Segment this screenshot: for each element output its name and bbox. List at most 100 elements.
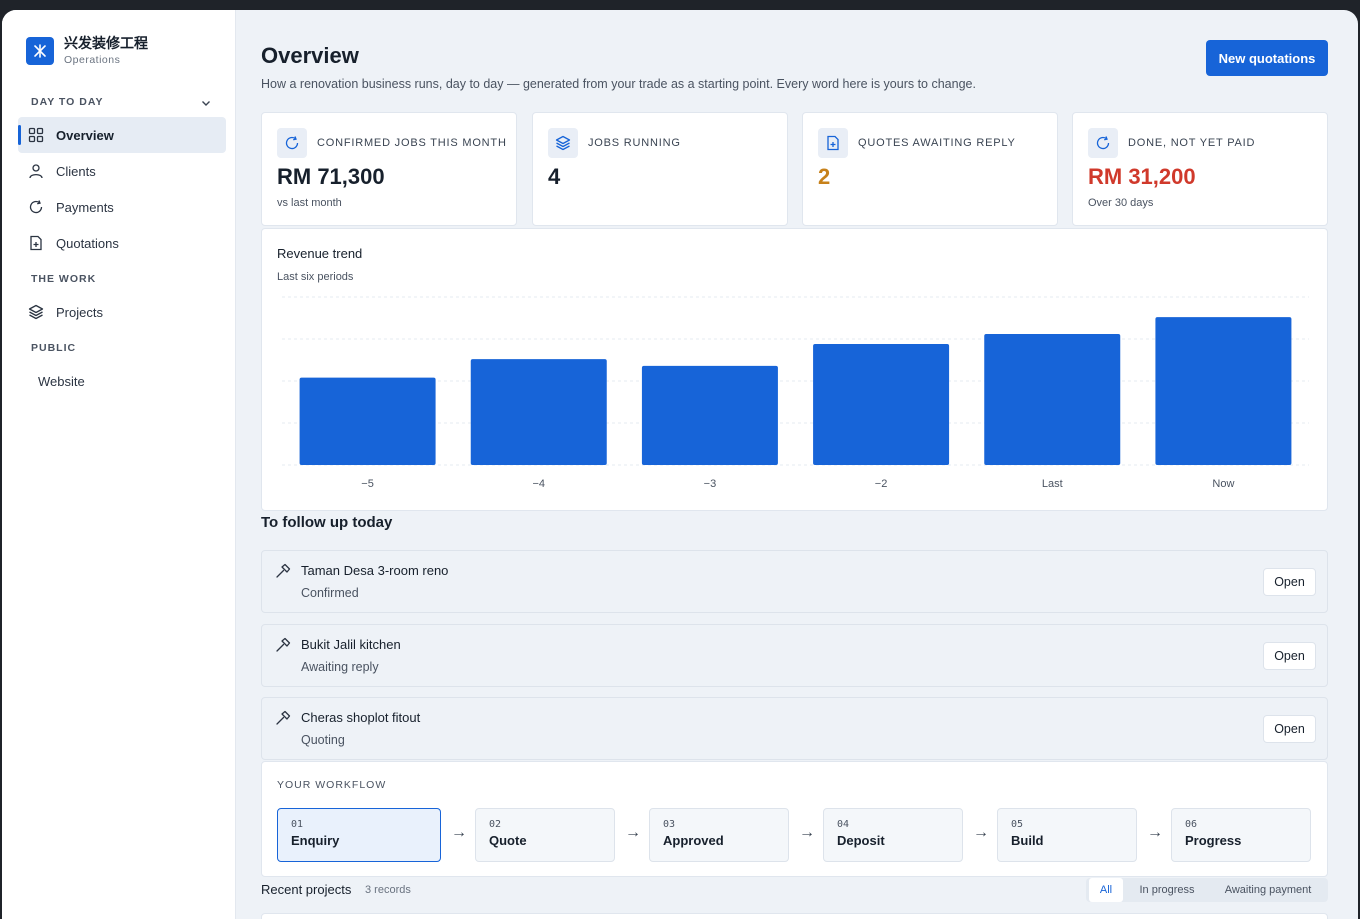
sidebar-item-overview[interactable]: Overview [18,117,226,153]
chart-subtitle: Last six periods [277,271,354,283]
sidebar-item-label: Projects [56,304,103,320]
stat-card-done-not-paid[interactable]: DONE, NOT YET PAID RM 31,200 Over 30 day… [1072,112,1328,226]
workflow-label: YOUR WORKFLOW [277,779,387,791]
sidebar-item-projects[interactable]: Projects [18,294,226,330]
page-title: Overview [261,43,359,68]
task-row[interactable]: Bukit Jalil kitchen Awaiting reply Open [261,624,1328,687]
arrow-right-icon: → [799,824,815,841]
stat-value: 2 [818,164,831,189]
chart-bar[interactable] [984,333,1121,465]
step-name: Quote [489,833,527,848]
arrow-right-icon: → [451,824,467,841]
task-name: Taman Desa 3-room reno [301,563,449,578]
open-button[interactable]: Open [1263,568,1316,596]
brand[interactable]: 兴发装修工程 Operations [26,36,148,66]
step-name: Enquiry [291,833,340,848]
open-button[interactable]: Open [1263,715,1316,743]
refresh-icon [277,128,307,158]
filter-tab-all[interactable]: All [1089,878,1123,902]
task-status: Quoting [301,733,345,747]
followup-title: To follow up today [261,514,393,531]
chart-bar[interactable] [641,365,778,465]
task-name: Cheras shoplot fitout [301,710,421,725]
open-button[interactable]: Open [1263,642,1316,670]
x-tick-label: −5 [361,478,374,490]
user-icon [28,163,44,179]
task-name: Bukit Jalil kitchen [301,637,401,652]
chart-title: Revenue trend [277,246,363,261]
task-status: Awaiting reply [301,660,379,674]
page-subtitle: How a renovation business runs, day to d… [261,77,976,91]
x-tick-label: −3 [704,478,717,490]
brand-subtitle: Operations [64,54,121,66]
stat-label: JOBS RUNNING [588,137,681,149]
chart-bar[interactable] [299,377,436,465]
layers-icon [28,304,44,320]
x-tick-label: Now [1212,478,1234,490]
section-label-public: PUBLIC [31,342,77,354]
x-tick-label: −4 [532,478,545,490]
chart-bar[interactable] [470,359,607,465]
chevron-down-icon[interactable] [200,96,212,108]
step-name: Build [1011,833,1044,848]
sidebar-item-label: Website [38,373,85,389]
task-row[interactable]: Taman Desa 3-room reno Confirmed Open [261,550,1328,613]
workflow-step-deposit[interactable]: 04 Deposit [823,808,963,862]
filter-tab-in-progress[interactable]: In progress [1128,878,1206,902]
recent-projects-table [261,913,1328,919]
new-quotations-button[interactable]: New quotations [1206,40,1328,76]
stat-card-confirmed-jobs[interactable]: CONFIRMED JOBS THIS MONTH RM 71,300 vs l… [261,112,517,226]
stat-label: CONFIRMED JOBS THIS MONTH [317,137,507,149]
x-tick-label: −2 [875,478,888,490]
stat-note: vs last month [277,197,342,209]
recent-projects-title: Recent projects [261,882,352,897]
task-row[interactable]: Cheras shoplot fitout Quoting Open [261,697,1328,760]
workflow-step-approved[interactable]: 03 Approved [649,808,789,862]
chart-bar[interactable] [1155,317,1292,465]
arrow-right-icon: → [1147,824,1163,841]
sidebar-item-clients[interactable]: Clients [18,153,226,189]
recent-filter-tabs: All In progress Awaiting payment [1086,878,1328,902]
stat-label: QUOTES AWAITING REPLY [858,137,1016,149]
sidebar-item-label: Clients [56,163,96,179]
brand-name: 兴发装修工程 [64,36,148,52]
arrow-right-icon: → [973,824,989,841]
stat-note: Over 30 days [1088,197,1154,209]
filter-tab-awaiting-payment[interactable]: Awaiting payment [1210,878,1326,902]
hammer-icon [275,637,291,653]
workflow-step-progress[interactable]: 06 Progress [1171,808,1311,862]
workflow-step-quote[interactable]: 02 Quote [475,808,615,862]
revenue-trend-chart: −5 −4 −3 −2 Last Now [282,296,1309,490]
step-number: 04 [837,819,850,830]
section-label-day-to-day: DAY TO DAY [31,96,104,108]
stat-card-quotes-awaiting[interactable]: QUOTES AWAITING REPLY 2 [802,112,1058,226]
sidebar-item-payments[interactable]: Payments [18,189,226,225]
main-content: Overview How a renovation business runs,… [261,10,1328,919]
sidebar-item-label: Payments [56,199,114,215]
workflow-step-enquiry[interactable]: 01 Enquiry [277,808,441,862]
x-star-icon [26,37,54,65]
hammer-icon [275,563,291,579]
x-tick-label: Last [1042,478,1063,490]
step-number: 05 [1011,819,1024,830]
stat-card-jobs-running[interactable]: JOBS RUNNING 4 [532,112,788,226]
file-plus-icon [818,128,848,158]
step-name: Approved [663,833,724,848]
sidebar-item-website[interactable]: Website [18,363,226,399]
layers-icon [548,128,578,158]
refresh-icon [1088,128,1118,158]
sidebar: 兴发装修工程 Operations DAY TO DAY Overview Cl… [2,10,236,919]
step-name: Progress [1185,833,1242,848]
chart-bar[interactable] [813,344,950,465]
stat-value: 4 [548,164,561,189]
recent-projects-count: 3 records [365,884,411,896]
step-number: 06 [1185,819,1198,830]
arrow-right-icon: → [625,824,641,841]
window-top-strip [0,0,1360,10]
grid-icon [28,127,44,143]
sidebar-item-quotations[interactable]: Quotations [18,225,226,261]
workflow-step-build[interactable]: 05 Build [997,808,1137,862]
file-plus-icon [28,235,44,251]
step-name: Deposit [837,833,885,848]
sidebar-item-label: Overview [56,127,114,143]
